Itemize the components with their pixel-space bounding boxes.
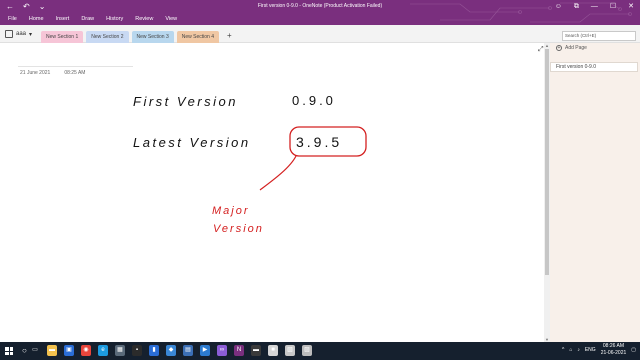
edge-icon[interactable]: e [98,345,108,356]
terminal-icon[interactable]: ▪ [132,345,142,356]
app5-icon[interactable]: ▨ [302,345,312,356]
section-tab-row: aaa ▾ New Section 1 New Section 2 New Se… [0,25,640,43]
menu-file[interactable]: File [8,15,17,23]
menu-bar: File Home Insert Draw History Review Vie… [0,13,640,25]
menu-view[interactable]: View [165,15,177,23]
page-list-item[interactable]: First version 0-9.0 [550,62,638,72]
close-button[interactable]: ✕ [628,1,634,12]
scroll-thumb[interactable] [545,49,549,275]
account-icon[interactable]: ☺ [555,1,562,12]
tab-new-section-1[interactable]: New Section 1 [41,31,84,43]
language-indicator[interactable]: ENG [585,347,596,353]
window-title: First version 0-9.0 - OneNote (Product A… [257,3,383,9]
menu-review[interactable]: Review [135,15,153,23]
taskbar-search-icon[interactable]: ○ [22,346,27,355]
file-explorer-icon[interactable]: ▬ [47,345,57,356]
ink-annotation-line1: Major [212,205,250,217]
ink-red-pointer [259,155,297,191]
tab-new-section-2[interactable]: New Section 2 [86,31,129,43]
explorer2-icon[interactable]: ▮ [149,345,159,356]
windows-taskbar: ○ ▭ ▬ ▣ ◉ e ▦ ▪ ▮ ◆ ▤ ▶ ∞ N ▬ ■ ▧ ▨ ^ ⌂ ♪ ENG 08:26 AM 2… [0,342,640,360]
ink-first-version-label: First Version [133,94,238,109]
vscode-icon[interactable]: ◆ [166,345,176,356]
title-bar: ← ↶ ⌄ First version 0-9.0 - OneNote (Pro… [0,0,640,13]
network-icon[interactable]: ⌂ [569,347,572,353]
app2-icon[interactable]: ▬ [251,345,261,356]
maximize-button[interactable]: ☐ [610,1,616,12]
search-input[interactable]: Search (Ctrl+E) [562,31,636,41]
window-controls: ☺ ⧉ — ☐ ✕ [555,1,634,12]
taskbar-apps: ▭ ▬ ▣ ◉ e ▦ ▪ ▮ ◆ ▤ ▶ ∞ N ▬ ■ ▧ ▨ [30,345,312,356]
add-page-label: Add Page [565,45,587,51]
menu-draw[interactable]: Draw [81,15,94,23]
media-icon[interactable]: ▶ [200,345,210,356]
notebook-name: aaa [16,31,27,37]
clock-date: 21-06-2021 [600,350,627,356]
app3-icon[interactable]: ■ [268,345,278,356]
add-section-button[interactable]: + [227,31,232,43]
onenote-icon[interactable]: N [234,345,244,356]
add-page-icon: + [556,45,562,51]
menu-insert[interactable]: Insert [56,15,70,23]
chrome-icon[interactable]: ◉ [81,345,91,356]
clock-time: 08:26 AM [602,343,625,349]
ink-drawing: First Version 0.9.0 Latest Version 3.9.5… [133,93,367,235]
notification-icon[interactable]: ▢ [631,347,636,353]
vs-icon[interactable]: ∞ [217,345,227,356]
windows-start-icon[interactable] [5,347,13,355]
chevron-down-icon: ▾ [29,31,33,38]
tab-new-section-4[interactable]: New Section 4 [176,31,219,43]
volume-icon[interactable]: ♪ [577,347,580,353]
menu-history[interactable]: History [106,15,123,23]
notebook-icon [5,30,13,38]
page-canvas[interactable]: 21 June 2021 08:25 AM ⤢ First Version 0.… [0,43,544,342]
tray-chevron-icon[interactable]: ^ [562,347,564,353]
add-page-button[interactable]: + Add Page [556,45,587,51]
task-view-icon[interactable]: ▭ [30,345,40,356]
section-tabs: New Section 1 New Section 2 New Section … [41,31,232,43]
ink-latest-version-label: Latest Version [133,135,251,150]
app-icon[interactable]: ▦ [115,345,125,356]
notebook-selector[interactable]: aaa ▾ [5,30,32,38]
system-tray: ^ ⌂ ♪ ENG 08:26 AM 21-06-2021 ▢ [562,343,636,357]
ink-first-version-value: 0.9.0 [292,93,336,108]
store-icon[interactable]: ▣ [64,345,74,356]
ink-annotation-line2: Version [213,223,264,235]
app4-icon[interactable]: ▧ [285,345,295,356]
page-list-pane: + Add Page First version 0-9.0 [550,43,640,342]
ink-latest-version-value: 3.9.5 [296,134,342,150]
tab-new-section-3[interactable]: New Section 3 [131,31,174,43]
minimize-button[interactable]: — [591,1,598,12]
photos-icon[interactable]: ▤ [183,345,193,356]
menu-home[interactable]: Home [29,15,44,23]
onenote-window: ← ↶ ⌄ First version 0-9.0 - OneNote (Pro… [0,0,640,360]
restore-ribbon-icon[interactable]: ⧉ [574,1,579,12]
clock[interactable]: 08:26 AM 21-06-2021 [601,343,627,357]
